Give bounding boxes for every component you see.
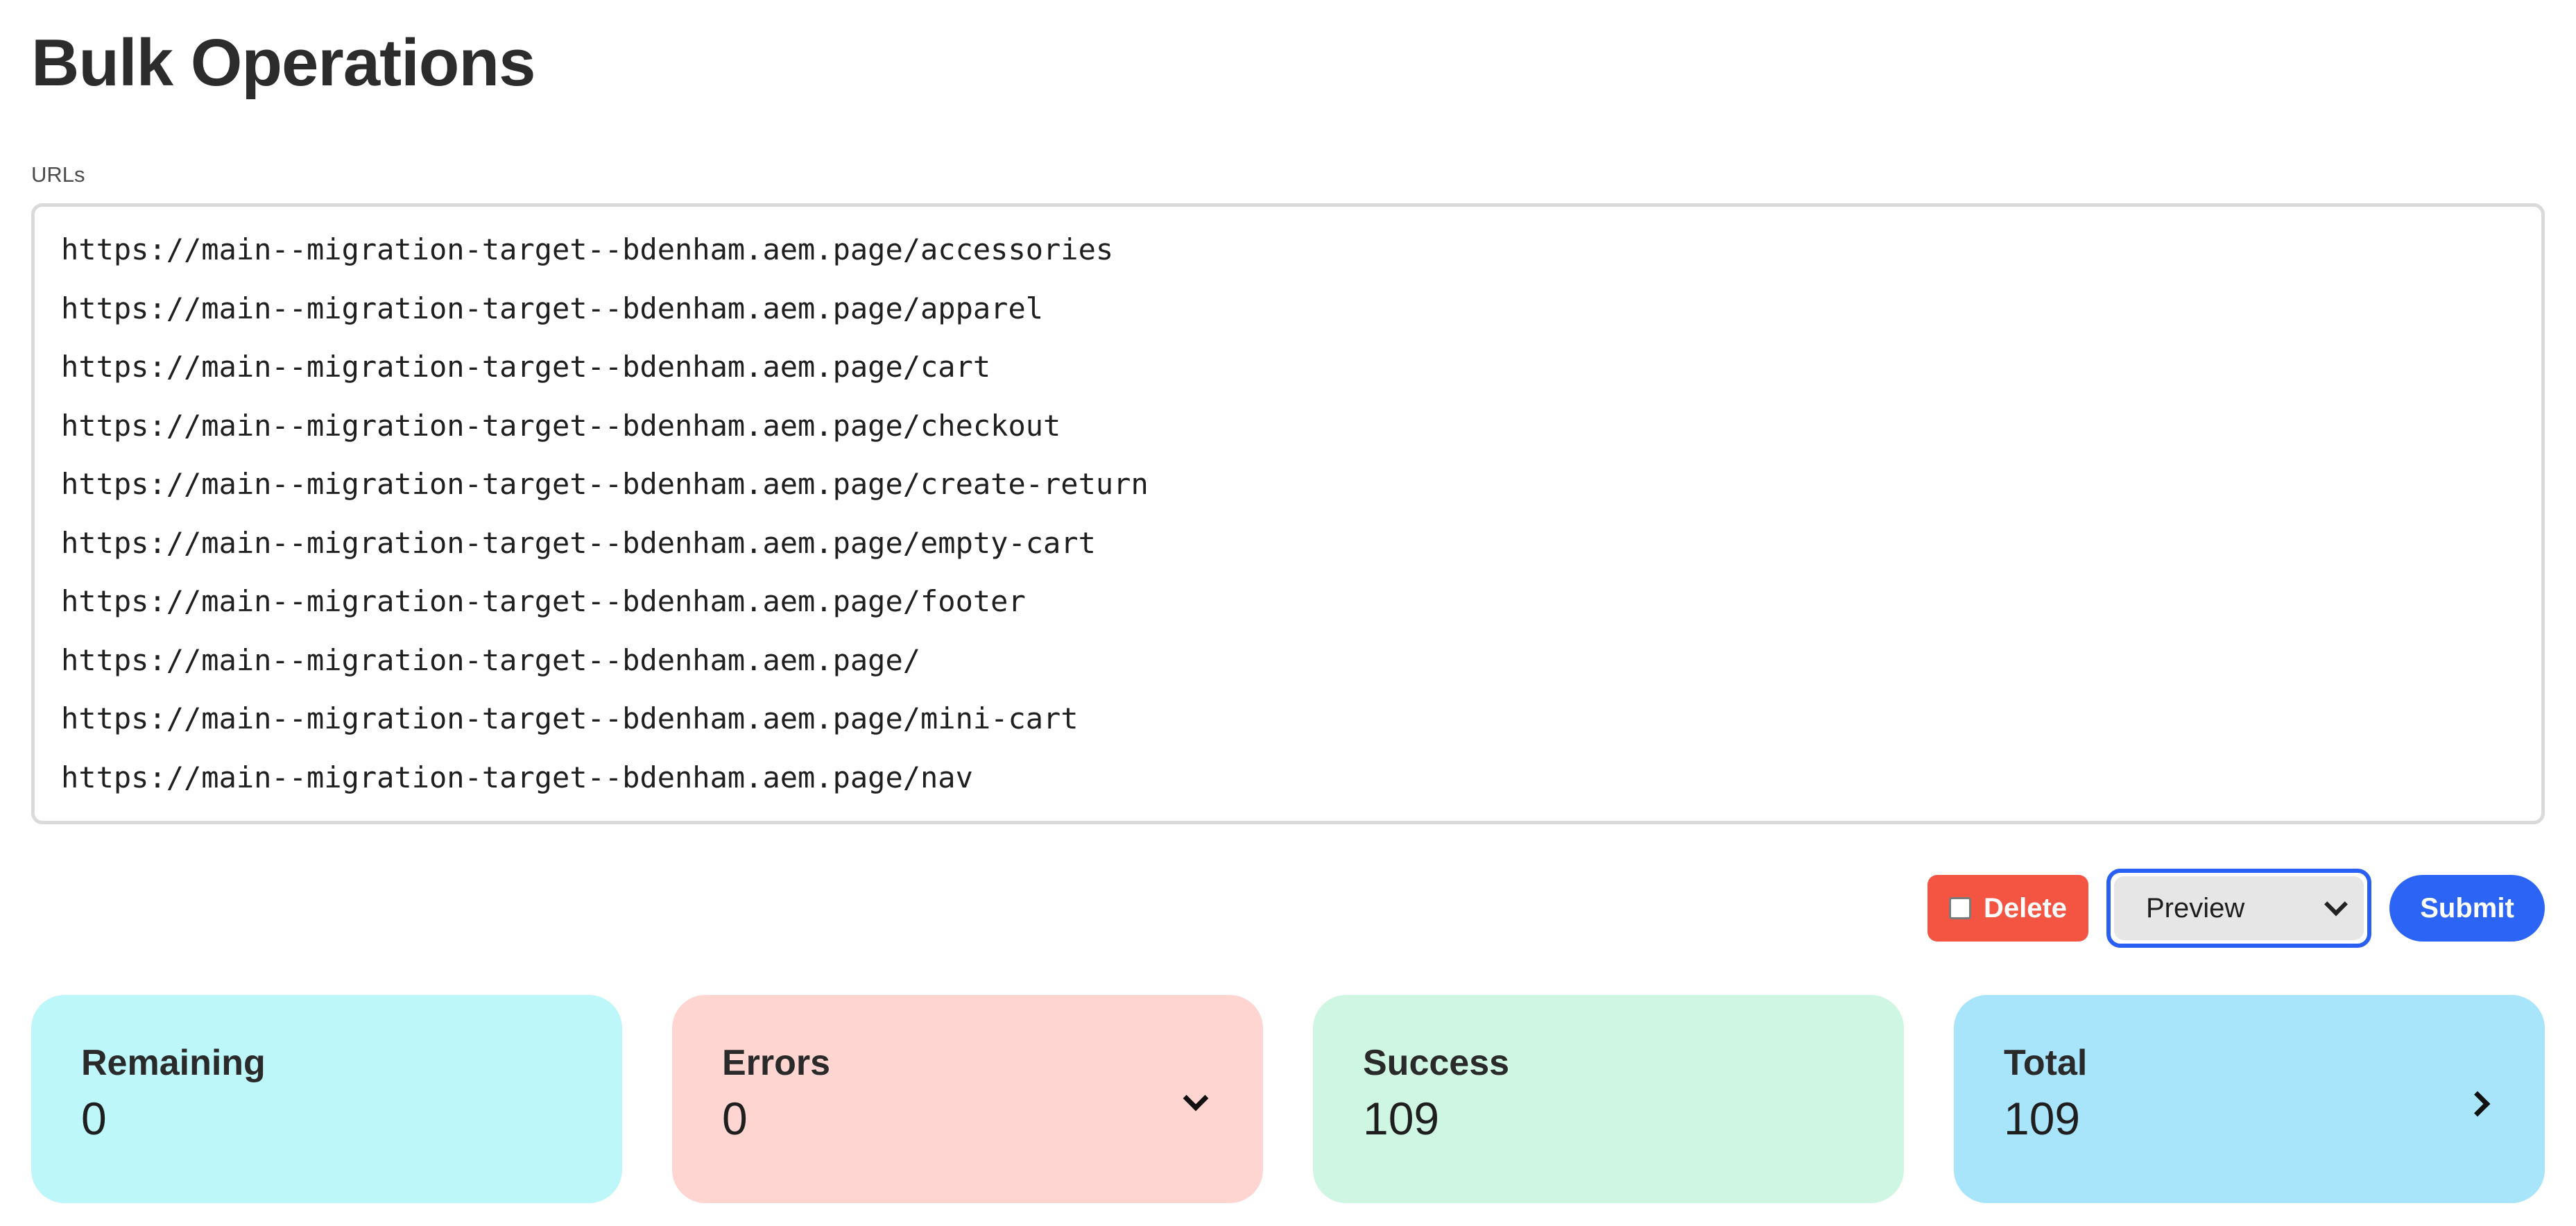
url-line: https://main--migration-target--bdenham.…	[61, 232, 1114, 266]
url-line: https://main--migration-target--bdenham.…	[61, 807, 2541, 821]
delete-checkbox[interactable]	[1948, 897, 1971, 919]
remaining-label: Remaining	[81, 1043, 266, 1083]
success-label: Success	[1363, 1043, 1510, 1083]
errors-label: Errors	[722, 1043, 831, 1083]
page-title: Bulk Operations	[31, 26, 535, 100]
remaining-card: Remaining 0	[31, 995, 622, 1203]
action-bar: Delete Preview Submit	[1927, 869, 2545, 948]
url-line: https://main--migration-target--bdenham.…	[61, 760, 973, 794]
success-value: 109	[1363, 1093, 1440, 1144]
total-label: Total	[2004, 1043, 2088, 1083]
errors-card[interactable]: Errors 0	[672, 995, 1263, 1203]
delete-label: Delete	[1983, 892, 2068, 923]
url-line: https://main--migration-target--bdenham.…	[61, 584, 1026, 618]
url-line: https://main--migration-target--bdenham.…	[61, 701, 1079, 735]
total-value: 109	[2004, 1093, 2081, 1144]
urls-textarea[interactable]: https://main--migration-target--bdenham.…	[31, 203, 2545, 824]
total-card[interactable]: Total 109	[1954, 995, 2545, 1203]
urls-label: URLs	[31, 162, 85, 187]
url-line: https://main--migration-target--bdenham.…	[61, 408, 1061, 443]
url-line: https://main--migration-target--bdenham.…	[61, 350, 991, 384]
operation-select[interactable]: Preview	[2106, 869, 2371, 948]
bulk-operations-page: Bulk Operations URLs https://main--migra…	[0, 0, 2576, 1226]
success-card: Success 109	[1313, 995, 1904, 1203]
chevron-down-icon	[2324, 892, 2348, 917]
delete-toggle-button[interactable]: Delete	[1927, 875, 2088, 942]
operation-select-value: Preview	[2146, 892, 2245, 923]
submit-button[interactable]: Submit	[2389, 875, 2545, 942]
url-line: https://main--migration-target--bdenham.…	[61, 642, 921, 677]
url-line: https://main--migration-target--bdenham.…	[61, 467, 1149, 501]
operation-select-field[interactable]: Preview	[2114, 876, 2364, 940]
stats-cards: Remaining 0 Errors 0 Success 109 Total 1…	[31, 995, 2545, 1203]
errors-value: 0	[722, 1093, 748, 1144]
url-line: https://main--migration-target--bdenham.…	[61, 291, 1044, 325]
remaining-value: 0	[81, 1093, 107, 1144]
url-line: https://main--migration-target--bdenham.…	[61, 525, 1096, 560]
